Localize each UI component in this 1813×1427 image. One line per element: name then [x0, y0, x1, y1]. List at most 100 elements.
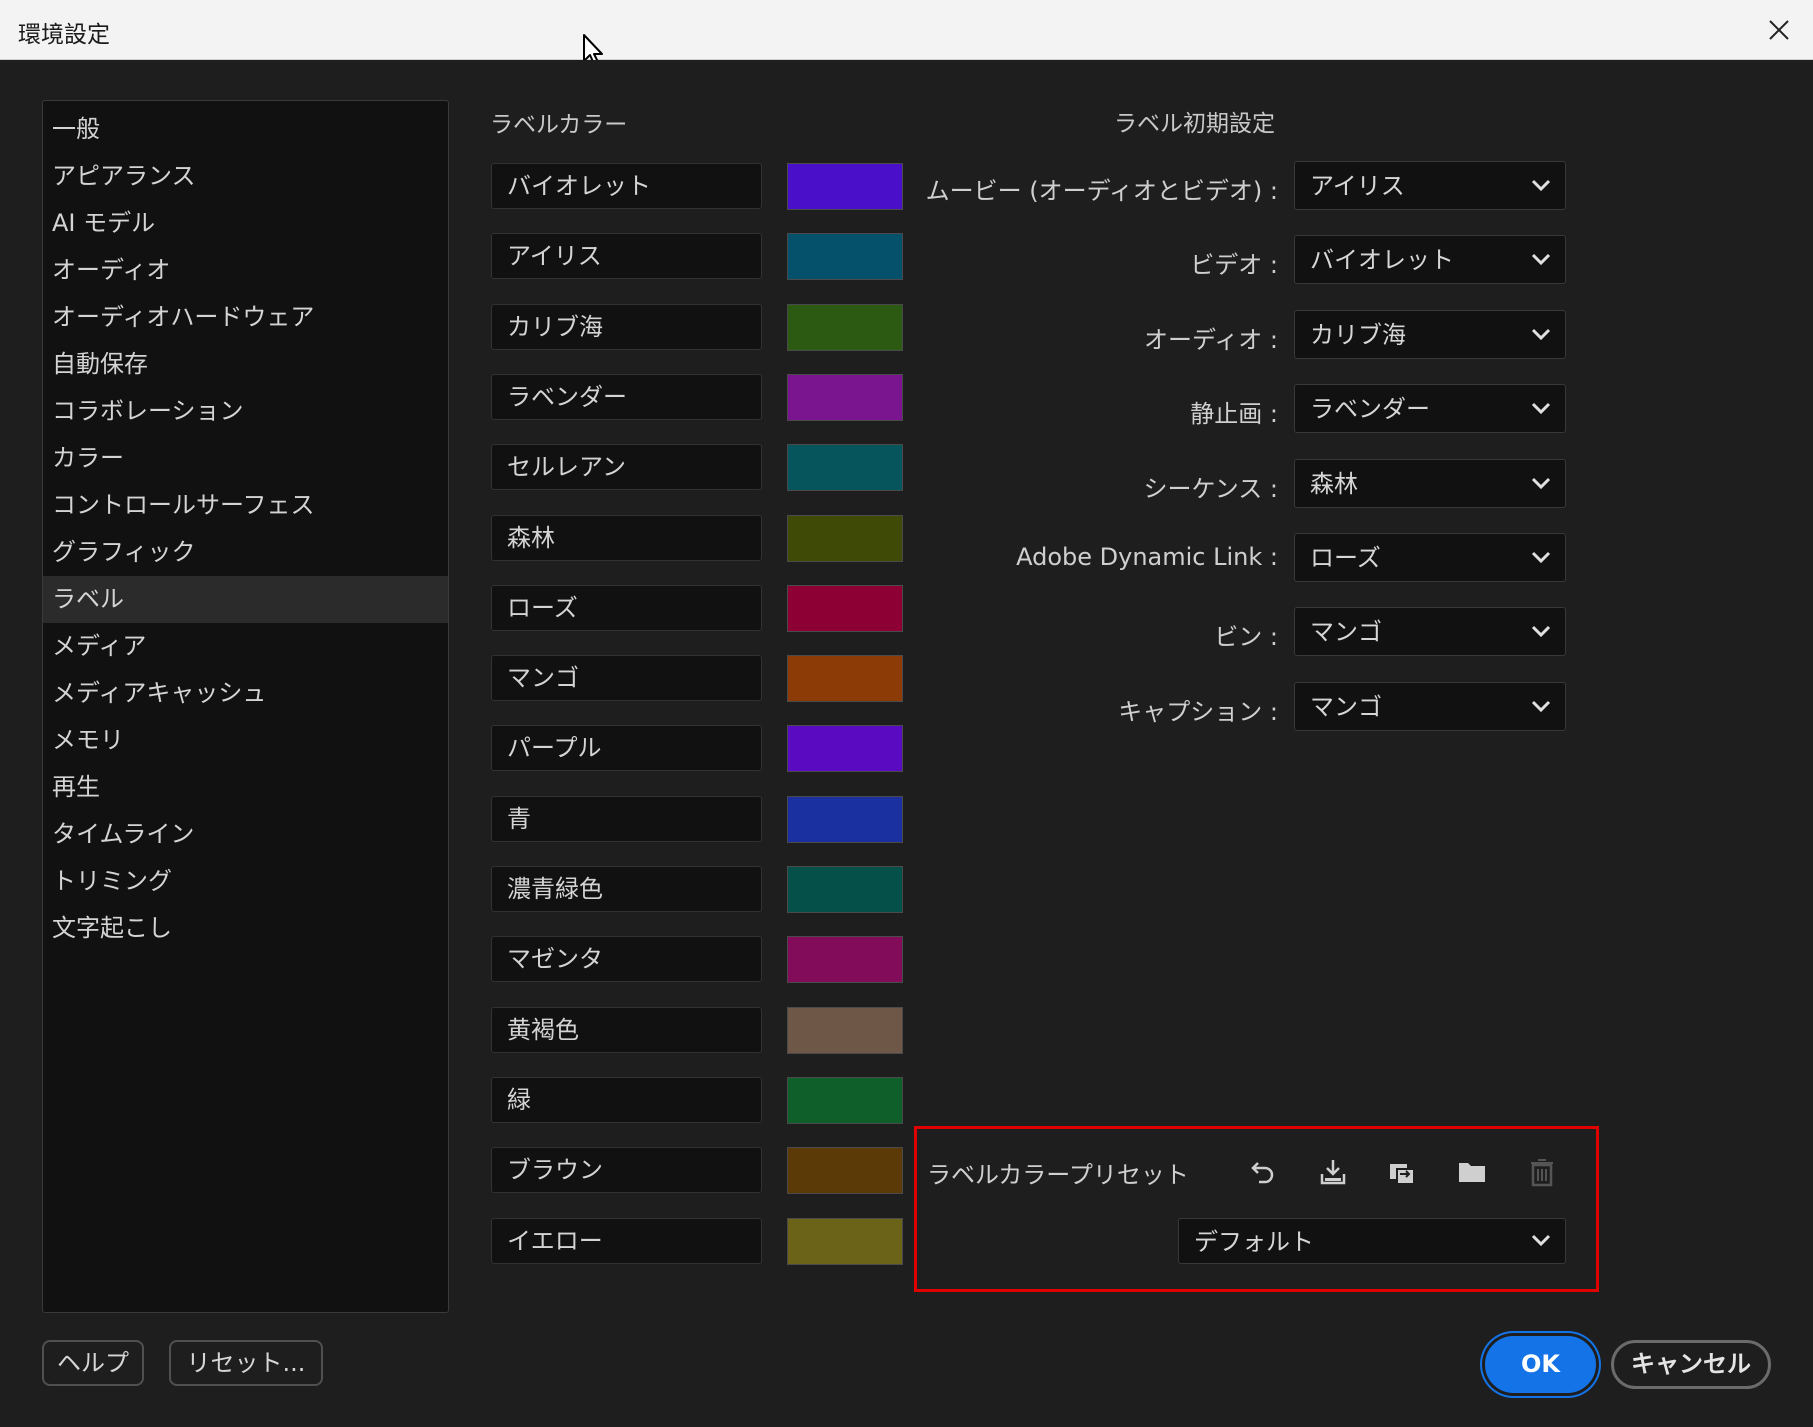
default-label: ビデオ : [1190, 251, 1278, 280]
chevron-down-icon [1531, 626, 1551, 638]
label-color-swatch[interactable] [787, 936, 903, 984]
select-value: アイリス [1310, 172, 1405, 200]
reset-button[interactable]: リセット... [169, 1340, 323, 1386]
label-color-row: 青 [491, 795, 904, 844]
preset-undo-button[interactable] [1244, 1153, 1282, 1191]
label-color-row: パープル [491, 725, 904, 773]
label-color-row: マゼンタ [491, 936, 904, 984]
chevron-down-icon [1531, 551, 1551, 564]
chevron-down-icon [1531, 328, 1551, 340]
trash-icon [1531, 1159, 1553, 1187]
label-color-name-field[interactable]: 緑 [491, 1076, 762, 1123]
sidebar-item-timeline[interactable]: タイムライン [43, 811, 448, 858]
sidebar-item-playback[interactable]: 再生 [43, 764, 448, 811]
default-label: キャプション : [1118, 697, 1278, 726]
label-color-row: 濃青緑色 [491, 866, 904, 914]
sidebar-item-color[interactable]: カラー [43, 435, 448, 482]
chevron-down-icon [1531, 254, 1551, 266]
close-icon [1769, 20, 1789, 40]
sidebar-item-general[interactable]: 一般 [43, 106, 448, 153]
label-color-row: ブラウン [491, 1147, 904, 1195]
ok-button[interactable]: OK [1485, 1336, 1596, 1393]
label-colors-heading: ラベルカラー [490, 112, 628, 138]
chevron-down-icon [1531, 477, 1551, 489]
sidebar-item-ai-models[interactable]: AI モデル [43, 200, 448, 247]
select-value: マンゴ [1310, 692, 1382, 721]
select-value: バイオレット [1310, 246, 1454, 275]
label-color-name-field[interactable]: 黄褐色 [491, 1006, 762, 1053]
label-color-name-field[interactable]: イエロー [491, 1217, 762, 1264]
preset-export-button[interactable] [1383, 1153, 1421, 1191]
label-color-swatch[interactable] [787, 1006, 903, 1054]
label-defaults-heading: ラベル初期設定 [1114, 111, 1275, 137]
default-color-select[interactable]: ローズ [1294, 533, 1566, 582]
chevron-down-icon [1531, 403, 1551, 415]
chevron-down-icon [1531, 1234, 1551, 1247]
sidebar-item-memory[interactable]: メモリ [43, 717, 448, 764]
sidebar-item-auto-save[interactable]: 自動保存 [43, 341, 448, 388]
default-label: オーディオ : [1143, 325, 1278, 354]
preset-value: デフォルト [1194, 1228, 1314, 1256]
label-color-row: 黄褐色 [491, 1006, 904, 1055]
sidebar-item-trimming[interactable]: トリミング [43, 858, 448, 905]
import-icon [1320, 1160, 1346, 1185]
default-color-select[interactable]: 森林 [1294, 458, 1566, 508]
label-color-swatch[interactable] [787, 866, 903, 913]
help-button[interactable]: ヘルプ [42, 1340, 144, 1386]
default-label: シーケンス : [1143, 474, 1278, 503]
folder-icon [1459, 1163, 1485, 1182]
select-value: 森林 [1310, 469, 1358, 498]
cancel-button[interactable]: キャンセル [1611, 1340, 1771, 1389]
chevron-down-icon [1531, 700, 1551, 712]
label-color-name-field[interactable]: 青 [491, 795, 762, 842]
label-color-row: イエロー [491, 1217, 904, 1266]
label-color-swatch[interactable] [787, 1076, 903, 1124]
default-color-select[interactable]: アイリス [1294, 161, 1566, 210]
default-color-select[interactable]: バイオレット [1294, 235, 1566, 285]
default-color-select[interactable]: カリブ海 [1294, 309, 1566, 359]
preset-import-button[interactable] [1314, 1153, 1352, 1191]
preset-highlight-box [914, 1126, 1599, 1292]
preset-delete-button[interactable] [1523, 1153, 1561, 1191]
label-color-name-field[interactable]: ブラウン [491, 1147, 762, 1194]
sidebar-item-media-cache[interactable]: メディアキャッシュ [43, 670, 448, 717]
window-title: 環境設定 [18, 22, 110, 48]
sidebar-item-control-surface[interactable]: コントロールサーフェス [43, 482, 448, 529]
sidebar-item-appearance[interactable]: アピアランス [43, 153, 448, 200]
label-color-name-field[interactable]: マゼンタ [491, 936, 762, 983]
default-label: Adobe Dynamic Link : [1016, 543, 1278, 571]
sidebar-item-audio[interactable]: オーディオ [43, 247, 448, 294]
default-label: 静止画 : [1190, 400, 1278, 429]
undo-icon [1251, 1162, 1274, 1184]
sidebar-item-graphics[interactable]: グラフィック [43, 529, 448, 576]
label-color-swatch[interactable] [787, 795, 903, 843]
select-value: カリブ海 [1310, 320, 1406, 349]
title-bar: 環境設定 [0, 0, 1813, 60]
sidebar-item-labels[interactable]: ラベル [43, 576, 448, 623]
default-color-select[interactable]: マンゴ [1294, 607, 1566, 657]
preset-folder-button[interactable] [1453, 1153, 1491, 1191]
select-value: ローズ [1310, 544, 1381, 572]
category-sidebar: 一般 アピアランス AI モデル オーディオ オーディオハードウェア 自動保存 … [42, 100, 449, 1313]
label-color-name-field[interactable]: パープル [491, 725, 762, 772]
default-label: ムービー (オーディオとビデオ) : [925, 177, 1278, 205]
label-color-swatch[interactable] [787, 1147, 903, 1195]
label-color-swatch[interactable] [787, 1217, 903, 1265]
close-button[interactable] [1759, 10, 1799, 50]
default-color-select[interactable]: マンゴ [1294, 681, 1566, 731]
sidebar-item-media[interactable]: メディア [43, 623, 448, 670]
chevron-down-icon [1531, 179, 1551, 192]
label-color-row: 緑 [491, 1076, 904, 1125]
sidebar-item-collaboration[interactable]: コラボレーション [43, 388, 448, 435]
label-color-name-field[interactable]: 濃青緑色 [491, 866, 762, 912]
default-label: ビン : [1214, 623, 1278, 652]
label-color-swatch[interactable] [787, 725, 903, 773]
select-value: ラベンダー [1310, 395, 1430, 424]
sidebar-item-audio-hardware[interactable]: オーディオハードウェア [43, 294, 448, 341]
select-value: マンゴ [1310, 618, 1382, 647]
preset-label: ラベルカラープリセット [927, 1161, 1189, 1189]
preset-select[interactable]: デフォルト [1178, 1218, 1566, 1264]
default-color-select[interactable]: ラベンダー [1294, 384, 1566, 434]
sidebar-item-transcription[interactable]: 文字起こし [43, 905, 448, 952]
export-icon [1390, 1164, 1415, 1185]
